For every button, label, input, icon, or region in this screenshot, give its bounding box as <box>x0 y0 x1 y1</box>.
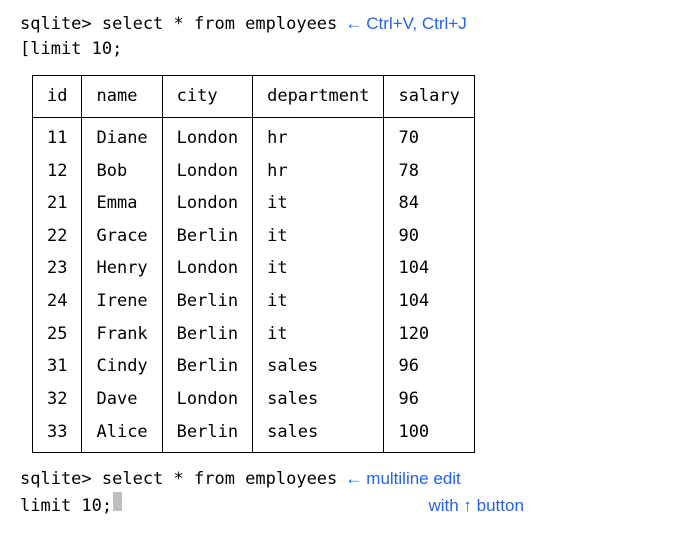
col-id: id <box>33 76 82 118</box>
table-cell: 25 <box>33 318 82 351</box>
annotation-shortcut-1-text: Ctrl+V, Ctrl+J <box>366 14 466 33</box>
table-cell: sales <box>253 383 384 416</box>
table-cell: 90 <box>384 220 474 253</box>
arrow-left-icon: ← <box>345 469 362 488</box>
table-cell: 96 <box>384 383 474 416</box>
sql-prompt-2-line-1-text: sqlite> select * from employees <box>20 467 337 492</box>
table-cell: 78 <box>384 155 474 188</box>
sql-prompt-2-line-2-text: limit 10; <box>20 494 112 519</box>
table-cell: 21 <box>33 187 82 220</box>
table-cell: Emma <box>82 187 162 220</box>
sql-prompt-1-line-1-text: sqlite> select * from employees <box>20 12 337 37</box>
table-header-row: id name city department salary <box>33 76 475 118</box>
table-cell: London <box>162 117 252 154</box>
arrow-left-icon: ← <box>345 14 362 33</box>
table-cell: it <box>253 220 384 253</box>
table-cell: Bob <box>82 155 162 188</box>
result-table-wrap: id name city department salary 11DianeLo… <box>32 75 676 453</box>
annotation-multiline-2: with ↑ button <box>428 494 523 519</box>
table-cell: Irene <box>82 285 162 318</box>
table-cell: 96 <box>384 350 474 383</box>
table-cell: 104 <box>384 252 474 285</box>
table-cell: 32 <box>33 383 82 416</box>
table-cell: Berlin <box>162 350 252 383</box>
table-cell: Dave <box>82 383 162 416</box>
cursor-icon <box>113 492 122 511</box>
sql-prompt-1-line-1: sqlite> select * from employees ←Ctrl+V,… <box>20 12 676 37</box>
table-cell: 23 <box>33 252 82 285</box>
table-cell: 84 <box>384 187 474 220</box>
table-cell: Berlin <box>162 416 252 453</box>
table-row: 32DaveLondonsales96 <box>33 383 475 416</box>
col-salary: salary <box>384 76 474 118</box>
table-cell: sales <box>253 416 384 453</box>
table-cell: sales <box>253 350 384 383</box>
table-cell: hr <box>253 117 384 154</box>
table-cell: 12 <box>33 155 82 188</box>
table-cell: 24 <box>33 285 82 318</box>
table-cell: it <box>253 318 384 351</box>
result-table: id name city department salary 11DianeLo… <box>32 75 475 453</box>
table-cell: 22 <box>33 220 82 253</box>
table-row: 33AliceBerlinsales100 <box>33 416 475 453</box>
col-city: city <box>162 76 252 118</box>
table-row: 22GraceBerlinit90 <box>33 220 475 253</box>
table-cell: 33 <box>33 416 82 453</box>
table-row: 25FrankBerlinit120 <box>33 318 475 351</box>
table-cell: Grace <box>82 220 162 253</box>
table-cell: Berlin <box>162 318 252 351</box>
annotation-multiline-1: ←multiline edit <box>345 467 461 492</box>
table-row: 24IreneBerlinit104 <box>33 285 475 318</box>
table-cell: 104 <box>384 285 474 318</box>
table-cell: London <box>162 383 252 416</box>
table-cell: 100 <box>384 416 474 453</box>
table-cell: Berlin <box>162 285 252 318</box>
table-cell: 11 <box>33 117 82 154</box>
table-cell: London <box>162 155 252 188</box>
table-cell: Henry <box>82 252 162 285</box>
table-cell: Berlin <box>162 220 252 253</box>
annotation-shortcut-1: ←Ctrl+V, Ctrl+J <box>345 12 466 37</box>
table-row: 31CindyBerlinsales96 <box>33 350 475 383</box>
sql-prompt-1-line-2: [limit 10; <box>20 37 676 62</box>
sql-prompt-2-line-1: sqlite> select * from employees ←multili… <box>20 467 676 492</box>
table-cell: Cindy <box>82 350 162 383</box>
table-cell: 31 <box>33 350 82 383</box>
table-row: 21EmmaLondonit84 <box>33 187 475 220</box>
table-row: 11DianeLondonhr70 <box>33 117 475 154</box>
table-cell: 120 <box>384 318 474 351</box>
annotation-multiline-1-text: multiline edit <box>366 469 461 488</box>
table-row: 12BobLondonhr78 <box>33 155 475 188</box>
table-cell: hr <box>253 155 384 188</box>
table-cell: London <box>162 187 252 220</box>
table-cell: it <box>253 187 384 220</box>
table-cell: Frank <box>82 318 162 351</box>
sql-prompt-1-line-2-text: [limit 10; <box>20 37 122 62</box>
table-cell: Diane <box>82 117 162 154</box>
table-cell: it <box>253 252 384 285</box>
col-name: name <box>82 76 162 118</box>
sql-prompt-2-line-2: limit 10; with ↑ button <box>20 492 676 518</box>
table-cell: 70 <box>384 117 474 154</box>
table-cell: Alice <box>82 416 162 453</box>
table-cell: it <box>253 285 384 318</box>
col-department: department <box>253 76 384 118</box>
table-row: 23HenryLondonit104 <box>33 252 475 285</box>
table-cell: London <box>162 252 252 285</box>
